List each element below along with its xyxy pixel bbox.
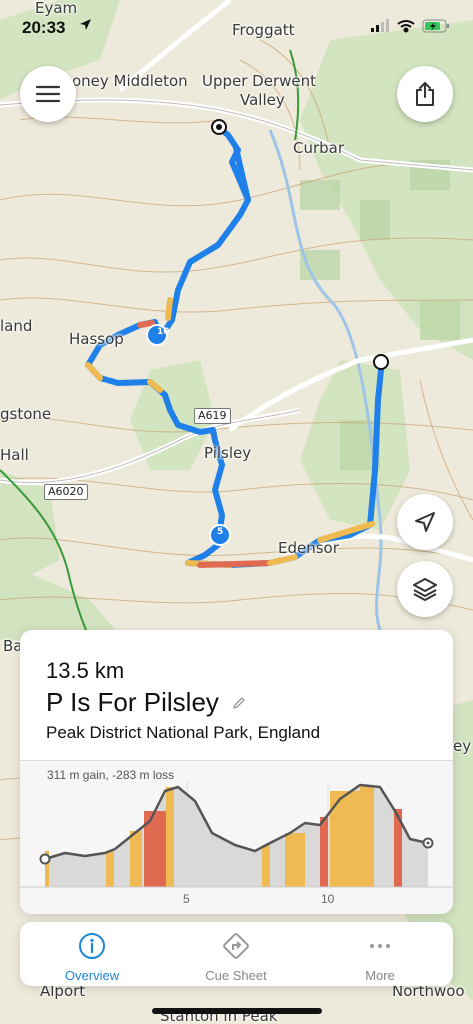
route-title[interactable]: P Is For Pilsley bbox=[46, 687, 219, 718]
elevation-summary: 311 m gain, -283 m loss bbox=[47, 768, 175, 782]
locate-me-button[interactable] bbox=[397, 494, 453, 550]
bottom-tab-bar: Overview Cue Sheet More bbox=[20, 922, 453, 986]
share-button[interactable] bbox=[397, 66, 453, 122]
road-shield-a619: A619 bbox=[194, 408, 231, 425]
signal-icon bbox=[371, 19, 389, 32]
map-label-curbar: Curbar bbox=[293, 139, 345, 157]
route-distance: 13.5 km bbox=[46, 658, 125, 683]
home-indicator bbox=[152, 1008, 322, 1014]
tab-overview[interactable]: Overview bbox=[20, 922, 164, 986]
route-summary-card[interactable]: 13.5 km P Is For Pilsley Peak District N… bbox=[20, 630, 453, 914]
route-location: Peak District National Park, England bbox=[46, 723, 321, 742]
more-dots-icon bbox=[365, 931, 395, 966]
tab-overview-label: Overview bbox=[64, 968, 120, 983]
battery-icon bbox=[422, 19, 449, 33]
edit-title-icon[interactable] bbox=[232, 696, 246, 715]
map-label-ey: ey bbox=[453, 737, 472, 755]
status-bar: 20:33 bbox=[0, 0, 473, 44]
tab-more[interactable]: More bbox=[308, 922, 452, 986]
elevation-chart[interactable] bbox=[20, 761, 453, 914]
map-label-pilsley: Pilsley bbox=[204, 444, 252, 462]
tab-more-label: More bbox=[365, 968, 395, 983]
menu-button[interactable] bbox=[20, 66, 76, 122]
layers-icon bbox=[413, 578, 437, 601]
status-icons bbox=[371, 19, 451, 38]
map-label-gstone: gstone bbox=[0, 405, 52, 423]
map-label-stoney-middleton: oney Middleton bbox=[72, 72, 188, 90]
info-icon bbox=[77, 931, 107, 966]
turn-sign-icon bbox=[221, 931, 251, 966]
tab-cue-sheet-label: Cue Sheet bbox=[205, 968, 267, 983]
map-label-upper-derwent: Upper Derwent bbox=[202, 72, 317, 90]
elevation-tick-10: 10 bbox=[321, 892, 335, 906]
navigation-arrow-icon bbox=[415, 512, 435, 532]
map-label-hall: Hall bbox=[0, 446, 29, 464]
km-marker-10: 10 bbox=[157, 327, 170, 337]
status-time: 20:33 bbox=[22, 18, 66, 37]
map-label-valley: Valley bbox=[240, 91, 285, 109]
share-icon bbox=[416, 82, 434, 106]
location-arrow-icon bbox=[79, 18, 92, 34]
wifi-icon bbox=[397, 20, 415, 33]
km-marker-5: 5 bbox=[217, 527, 224, 537]
hamburger-icon bbox=[36, 85, 60, 103]
map-label-edensor: Edensor bbox=[278, 539, 339, 557]
road-shield-a6020: A6020 bbox=[44, 484, 88, 501]
map-label-hassop: Hassop bbox=[69, 330, 124, 348]
tab-cue-sheet[interactable]: Cue Sheet bbox=[164, 922, 308, 986]
map-layers-button[interactable] bbox=[397, 561, 453, 617]
map-label-land: land bbox=[0, 317, 33, 335]
elevation-tick-5: 5 bbox=[183, 892, 190, 906]
elevation-profile[interactable]: 311 m gain, -283 m loss 5 10 bbox=[20, 760, 453, 914]
